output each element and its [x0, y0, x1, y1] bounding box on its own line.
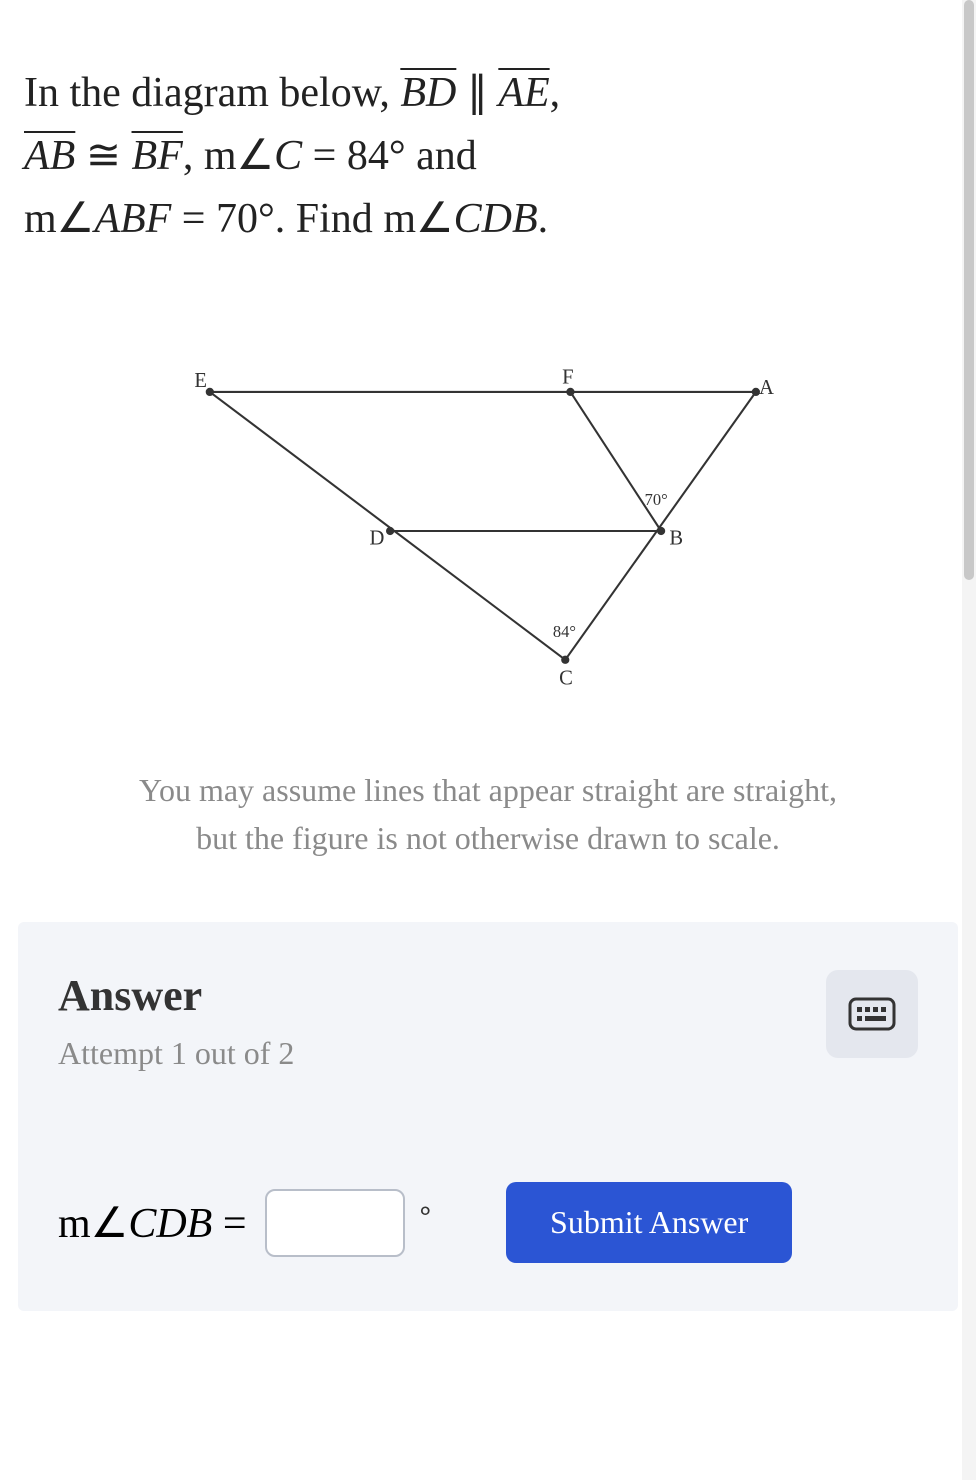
attempt-text: Attempt 1 out of 2 — [58, 1035, 294, 1072]
label-c: C — [559, 668, 573, 690]
label-e: E — [194, 370, 207, 392]
math-angle-c: m∠C = 84° — [204, 133, 406, 179]
scale-note: You may assume lines that appear straigh… — [44, 766, 932, 862]
submit-answer-button[interactable]: Submit Answer — [506, 1182, 792, 1263]
diagram-labels: E F A D B C — [194, 367, 774, 690]
problem-intro: In the diagram below, — [24, 70, 400, 116]
answer-label: m∠CDB = — [58, 1198, 247, 1248]
keyboard-button[interactable] — [826, 970, 918, 1058]
diagram-points — [206, 388, 760, 664]
diagram-figure: E F A D B C 70° 84° — [24, 361, 952, 706]
answer-input-row: m∠CDB = ∘ Submit Answer — [58, 1182, 918, 1263]
answer-input[interactable] — [265, 1189, 405, 1257]
answer-title: Answer — [58, 970, 294, 1021]
label-f: F — [562, 367, 573, 389]
math-bd-parallel-ae: BD ∥ AE — [400, 70, 549, 116]
content-area: In the diagram below, BD ∥ AE, AB ≅ BF, … — [0, 0, 976, 1311]
label-d: D — [370, 527, 385, 549]
geometry-svg: E F A D B C 70° 84° — [108, 361, 868, 701]
label-b: B — [669, 527, 683, 549]
answer-header: Answer Attempt 1 out of 2 — [58, 970, 918, 1072]
keyboard-icon — [848, 997, 896, 1031]
degree-symbol: ∘ — [417, 1194, 435, 1228]
scrollbar-track — [962, 0, 976, 1480]
angle-84-label: 84° — [553, 622, 576, 641]
math-ab-cong-bf: AB ≅ BF — [24, 133, 183, 179]
scrollbar-thumb[interactable] — [964, 0, 974, 580]
answer-title-wrap: Answer Attempt 1 out of 2 — [58, 970, 294, 1072]
note-line1: You may assume lines that appear straigh… — [139, 772, 837, 808]
math-target: m∠CDB — [383, 196, 537, 242]
diagram-lines — [210, 392, 756, 660]
math-angle-abf: m∠ABF = 70° — [24, 196, 275, 242]
label-a: A — [759, 377, 774, 399]
note-line2: but the figure is not otherwise drawn to… — [196, 820, 780, 856]
problem-statement: In the diagram below, BD ∥ AE, AB ≅ BF, … — [24, 62, 952, 251]
answer-panel: Answer Attempt 1 out of 2 m∠CDB = ∘ Subm — [18, 922, 958, 1311]
angle-70-label: 70° — [645, 490, 668, 509]
